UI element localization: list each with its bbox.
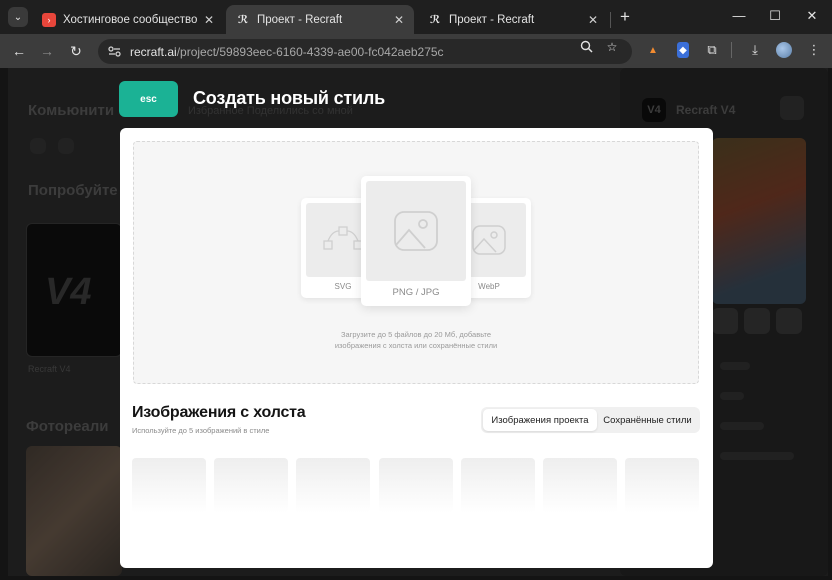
canvas-image-tile[interactable] <box>543 458 617 513</box>
tab-close-icon[interactable]: ✕ <box>204 13 214 27</box>
tab-hosting-community[interactable]: › Хостинговое сообщество «Tim ✕ <box>32 5 224 34</box>
address-bar[interactable]: recraft.ai/project/59893eec-6160-4339-ae… <box>98 39 632 64</box>
image-icon <box>472 225 506 255</box>
new-tab-button[interactable]: + <box>616 8 634 26</box>
tab-recraft-project-active[interactable]: ℛ Проект - Recraft ✕ <box>226 5 414 34</box>
canvas-images-subtitle: Используйте до 5 изображений в стиле <box>132 426 270 435</box>
canvas-image-tile[interactable] <box>214 458 288 513</box>
canvas-image-tile[interactable] <box>296 458 370 513</box>
toolbar-separator <box>731 42 732 58</box>
recraft-favicon-icon: ℛ <box>237 14 249 26</box>
png-jpg-file-card: PNG / JPG <box>361 176 471 306</box>
esc-close-button[interactable]: esc <box>119 81 178 117</box>
timeweb-favicon-icon: › <box>42 12 56 27</box>
tab-close-icon[interactable]: ✕ <box>394 13 404 27</box>
profile-avatar-icon[interactable] <box>776 42 792 58</box>
reload-button[interactable]: ↻ <box>67 42 85 60</box>
browser-titlebar: ⌄ › Хостинговое сообщество «Tim ✕ ℛ Прое… <box>0 0 832 34</box>
url-text[interactable]: recraft.ai/project/59893eec-6160-4339-ae… <box>130 45 444 59</box>
recraft-favicon-icon: ℛ <box>429 14 441 26</box>
image-icon <box>394 211 438 251</box>
download-icon[interactable]: ⤓ <box>747 42 763 58</box>
zoom-icon[interactable] <box>579 40 593 56</box>
create-style-modal: SVG WebP PNG / JPG Загрузите до 5 файлов… <box>120 128 713 568</box>
upload-hint-line-2: изображения с холста или сохранённые сти… <box>334 341 498 350</box>
canvas-image-tile[interactable] <box>132 458 206 513</box>
vector-path-icon <box>323 226 363 250</box>
source-segmented-control: Изображения проекта Сохранённые стили <box>481 407 700 433</box>
menu-dots-icon[interactable]: ⋮ <box>806 42 822 58</box>
canvas-images-title: Изображения с холста <box>132 404 306 421</box>
maximize-button[interactable]: ☐ <box>767 8 783 24</box>
tab-search-icon[interactable]: ⌄ <box>8 7 28 27</box>
bookmark-star-icon[interactable]: ☆ <box>605 40 619 54</box>
back-button[interactable]: ← <box>10 42 28 60</box>
extension-fox-icon[interactable]: ▲ <box>645 42 661 58</box>
tab-label: Хостинговое сообщество «Tim <box>63 13 198 26</box>
upload-hint-line-1: Загрузите до 5 файлов до 20 Мб, добавьте <box>340 330 492 339</box>
tab-label: Проект - Recraft <box>449 13 535 26</box>
tab-close-icon[interactable]: ✕ <box>588 13 598 27</box>
modal-title: Создать новый стиль <box>193 88 385 108</box>
extensions-puzzle-icon[interactable]: ⧉ <box>704 42 720 58</box>
canvas-image-tile[interactable] <box>625 458 699 513</box>
upload-dropzone[interactable]: SVG WebP PNG / JPG Загрузите до 5 файлов… <box>133 141 699 384</box>
png-jpg-thumb <box>366 181 466 281</box>
canvas-image-tile[interactable] <box>379 458 453 513</box>
project-images-tab[interactable]: Изображения проекта <box>483 409 597 431</box>
tab-label: Проект - Recraft <box>257 13 343 26</box>
canvas-image-tile[interactable] <box>461 458 535 513</box>
extension-shield-icon[interactable]: ◆ <box>677 42 689 58</box>
url-path: /project/59893eec-6160-4339-ae00-fc042ae… <box>176 44 444 59</box>
minimize-button[interactable]: — <box>731 8 747 24</box>
url-host: recraft.ai <box>130 44 177 59</box>
browser-toolbar: ← → ↻ recraft.ai/project/59893eec-6160-4… <box>0 34 832 68</box>
forward-button[interactable]: → <box>38 42 56 60</box>
tab-recraft-project[interactable]: ℛ Проект - Recraft ✕ <box>418 5 608 34</box>
close-window-button[interactable]: ✕ <box>804 8 820 24</box>
png-jpg-label: PNG / JPG <box>392 287 440 298</box>
tab-separator <box>610 12 611 28</box>
saved-styles-tab[interactable]: Сохранённые стили <box>597 409 698 431</box>
site-info-icon[interactable] <box>107 45 121 59</box>
